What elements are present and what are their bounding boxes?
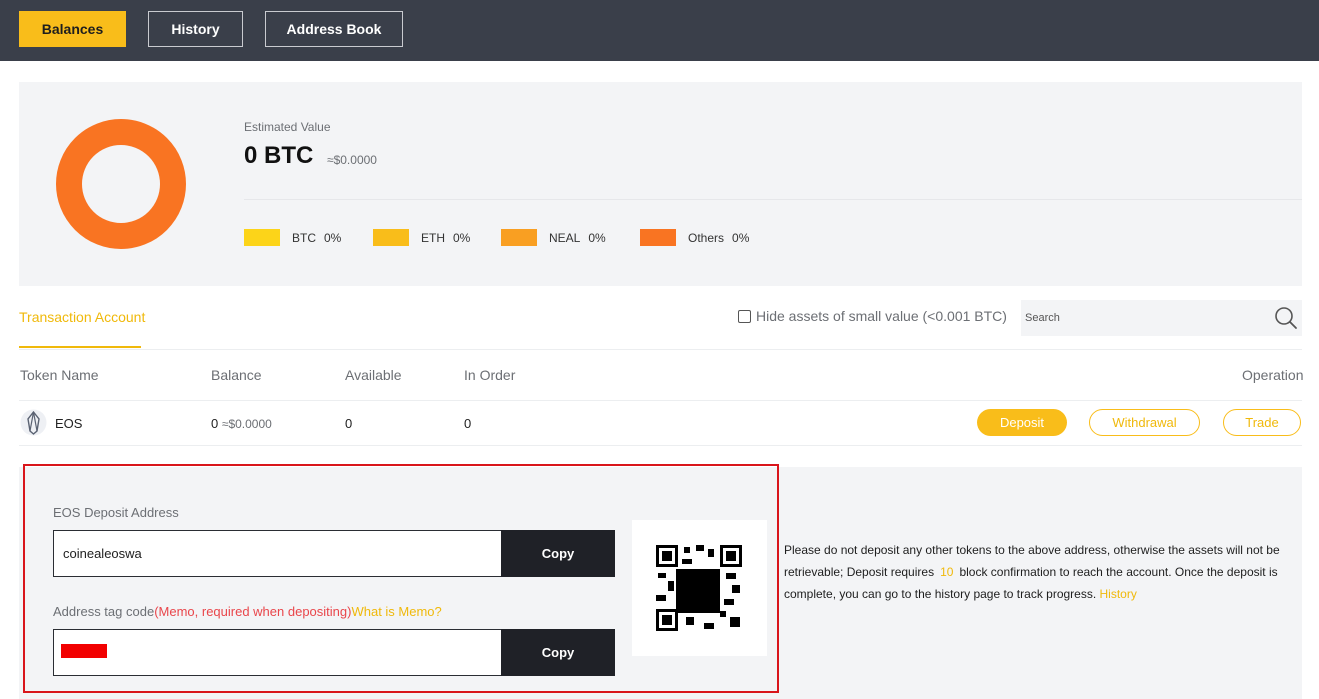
active-tab-underline	[19, 346, 141, 348]
copy-memo-button[interactable]: Copy	[501, 629, 615, 676]
tab-history[interactable]: History	[148, 11, 243, 47]
legend-item-btc: BTC 0%	[244, 229, 341, 246]
legend-name: ETH	[421, 230, 445, 245]
column-header-in-order: In Order	[464, 367, 516, 383]
legend-pct: 0%	[732, 230, 750, 245]
legend-swatch-neal	[501, 229, 537, 246]
estimated-value-label: Estimated Value	[244, 120, 331, 134]
column-header-balance: Balance	[211, 367, 262, 383]
legend-pct: 0%	[588, 230, 606, 245]
balance-amount: 0	[211, 416, 219, 431]
allocation-donut-chart	[56, 119, 186, 249]
hide-small-assets-checkbox[interactable]	[738, 309, 751, 323]
legend-swatch-btc	[244, 229, 280, 246]
summary-divider	[244, 199, 1302, 200]
search-box	[1021, 300, 1302, 336]
balance-usd: ≈$0.0000	[221, 417, 272, 431]
redacted-memo	[61, 644, 107, 658]
deposit-notice: Please do not deposit any other tokens t…	[784, 539, 1284, 605]
legend-swatch-others	[640, 229, 676, 246]
token-available: 0	[345, 416, 353, 431]
legend-name: Others	[688, 230, 725, 245]
divider	[19, 400, 1302, 401]
deposit-address-value: coinealeoswa	[63, 546, 142, 561]
legend-pct: 0%	[453, 230, 471, 245]
tab-balances[interactable]: Balances	[19, 11, 126, 47]
history-link[interactable]: History	[1100, 587, 1137, 601]
what-is-memo-link[interactable]: What is Memo?	[351, 604, 441, 619]
top-nav-bar: Balances History Address Book	[0, 0, 1319, 61]
balance-summary-card: Estimated Value 0 BTC ≈$0.0000 BTC 0% ET…	[19, 82, 1302, 286]
search-input[interactable]	[1025, 300, 1265, 336]
divider	[19, 445, 1302, 446]
deposit-address-field[interactable]: coinealeoswa	[53, 530, 502, 577]
tab-transaction-account[interactable]: Transaction Account	[19, 309, 145, 325]
deposit-button[interactable]: Deposit	[977, 409, 1067, 436]
search-icon[interactable]	[1274, 306, 1298, 330]
divider	[19, 349, 1302, 350]
legend-name: BTC	[292, 230, 316, 245]
copy-address-button[interactable]: Copy	[501, 530, 615, 577]
confirmations-count: 10	[940, 565, 954, 579]
estimated-value-usd: ≈$0.0000	[327, 153, 377, 167]
memo-required-note: (Memo, required when depositing)	[154, 604, 352, 619]
trade-button[interactable]: Trade	[1223, 409, 1301, 436]
legend-swatch-eth	[373, 229, 409, 246]
memo-field[interactable]	[53, 629, 502, 676]
legend-name: NEAL	[549, 230, 581, 245]
hide-small-assets-toggle[interactable]: Hide assets of small value (<0.001 BTC)	[738, 308, 1007, 324]
token-balance: 0 ≈$0.0000	[211, 416, 272, 431]
legend-item-neal: NEAL 0%	[501, 229, 606, 246]
eos-token-icon	[20, 409, 47, 436]
estimated-value-btc: 0 BTC	[244, 142, 314, 169]
token-name: EOS	[55, 416, 83, 431]
hide-small-assets-label: Hide assets of small value (<0.001 BTC)	[756, 308, 1007, 324]
column-header-token: Token Name	[20, 367, 99, 383]
qr-code-icon	[656, 545, 742, 631]
token-in-order: 0	[464, 416, 472, 431]
withdrawal-button[interactable]: Withdrawal	[1089, 409, 1200, 436]
legend-pct: 0%	[324, 230, 342, 245]
donut-ring-others	[56, 119, 186, 249]
qr-code	[632, 520, 767, 656]
memo-label: Address tag code	[53, 604, 155, 619]
memo-label-line: Address tag code(Memo, required when dep…	[53, 604, 442, 619]
column-header-available: Available	[345, 367, 402, 383]
legend-item-others: Others 0%	[640, 229, 749, 246]
deposit-address-label: EOS Deposit Address	[53, 505, 179, 520]
tab-address-book[interactable]: Address Book	[265, 11, 403, 47]
legend-item-eth: ETH 0%	[373, 229, 470, 246]
column-header-operation: Operation	[1242, 367, 1304, 383]
